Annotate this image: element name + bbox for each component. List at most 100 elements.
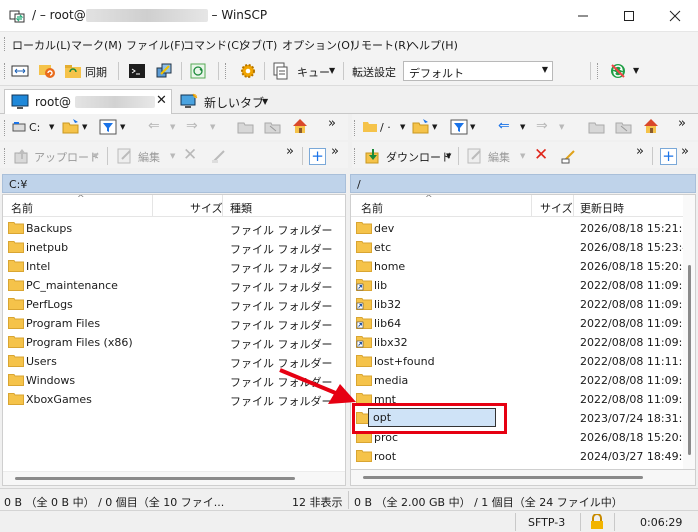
synchronize-icon[interactable]: [64, 62, 82, 80]
table-row[interactable]: media 2022/08/08 11:09:18: [351, 371, 695, 390]
new-item-plus-icon[interactable]: +: [660, 148, 677, 165]
table-row[interactable]: inetpub ファイル フォルダー: [3, 238, 345, 257]
rename-icon[interactable]: [210, 147, 228, 165]
home-icon[interactable]: [291, 117, 309, 135]
preferences-gear-icon[interactable]: [239, 62, 257, 80]
edit-label[interactable]: 編集: [488, 149, 510, 165]
menu-options[interactable]: オプション(O): [282, 37, 354, 53]
chevron-down-icon[interactable]: ▼: [262, 97, 268, 106]
right-horizontal-scrollbar[interactable]: [350, 470, 696, 486]
table-row[interactable]: home 2026/08/18 15:20:59: [351, 257, 695, 276]
maximize-button[interactable]: [606, 0, 652, 32]
chevron-down-icon[interactable]: ▼: [82, 123, 87, 131]
scroll-thumb[interactable]: [688, 265, 691, 455]
menu-local[interactable]: ローカル(L): [12, 37, 71, 53]
edit-icon[interactable]: [116, 147, 134, 165]
column-name[interactable]: 名前: [361, 200, 383, 216]
transfer-preset-select[interactable]: デフォルト ▼: [403, 61, 553, 81]
hidden-count[interactable]: 12 非表示: [292, 494, 343, 510]
rename-icon[interactable]: [560, 147, 578, 165]
menu-remote[interactable]: リモート(R): [350, 37, 410, 53]
table-row[interactable]: lib64 2022/08/08 11:09:18: [351, 314, 695, 333]
delete-icon[interactable]: ✕: [534, 145, 548, 165]
putty-icon[interactable]: [155, 62, 173, 80]
parent-directory-icon[interactable]: [237, 118, 255, 136]
new-item-plus-icon[interactable]: +: [309, 148, 326, 165]
menu-help[interactable]: ヘルプ(H): [408, 37, 458, 53]
terminal-icon[interactable]: [128, 62, 146, 80]
scroll-thumb[interactable]: [15, 477, 295, 480]
sync-refresh-icon[interactable]: [609, 62, 627, 80]
queue-dropdown-arrow[interactable]: ▼: [329, 66, 335, 75]
edit-icon[interactable]: [466, 147, 484, 165]
table-row[interactable]: lost+found 2022/08/08 11:11:10: [351, 352, 695, 371]
toolbar-overflow-chevron[interactable]: »: [286, 144, 294, 159]
menu-file[interactable]: ファイル(F): [126, 37, 185, 53]
table-row[interactable]: Program Files (x86) ファイル フォルダー: [3, 333, 345, 352]
home-icon[interactable]: [642, 117, 660, 135]
queue-label[interactable]: キュー: [297, 64, 330, 80]
menu-mark[interactable]: マーク(M): [71, 37, 122, 53]
remote-path-select[interactable]: / · ▼: [362, 119, 408, 138]
edit-label[interactable]: 編集: [138, 149, 160, 165]
tab-session[interactable]: root@ ✕: [4, 89, 172, 114]
toolbar-overflow-chevron[interactable]: »: [636, 144, 644, 159]
filter-icon[interactable]: [99, 118, 117, 136]
forward-arrow-icon[interactable]: ⇒: [536, 118, 548, 134]
chevron-down-icon[interactable]: ▼: [210, 123, 215, 131]
chevron-down-icon[interactable]: ▼: [170, 152, 175, 160]
chevron-down-icon[interactable]: ▼: [520, 152, 525, 160]
synchronize-label[interactable]: 同期: [85, 64, 107, 80]
toolbar-grip[interactable]: [4, 37, 7, 51]
column-separator[interactable]: [222, 195, 223, 217]
column-type[interactable]: 種類: [230, 200, 252, 216]
parent-directory-icon[interactable]: [588, 118, 606, 136]
minimize-button[interactable]: [560, 0, 606, 32]
toolbar-overflow-chevron[interactable]: »: [681, 144, 689, 159]
chevron-down-icon[interactable]: ▼: [120, 123, 125, 131]
table-row[interactable]: PerfLogs ファイル フォルダー: [3, 295, 345, 314]
toolbar-grip[interactable]: [4, 120, 7, 136]
toolbar-grip[interactable]: [4, 63, 7, 79]
column-separator[interactable]: [531, 195, 532, 217]
chevron-down-icon[interactable]: ▼: [170, 123, 175, 131]
close-button[interactable]: [652, 0, 698, 32]
column-separator[interactable]: [152, 195, 153, 217]
forward-arrow-icon[interactable]: ⇒: [186, 118, 198, 134]
open-folder-icon[interactable]: [62, 118, 80, 136]
upload-label[interactable]: アップロード: [34, 149, 100, 165]
toolbar-grip[interactable]: [4, 148, 7, 164]
table-row[interactable]: Intel ファイル フォルダー: [3, 257, 345, 276]
column-size[interactable]: サイズ: [540, 200, 573, 216]
column-name[interactable]: 名前: [11, 200, 33, 216]
table-row[interactable]: libx32 2022/08/08 11:09:18: [351, 333, 695, 352]
table-row[interactable]: PC_maintenance ファイル フォルダー: [3, 276, 345, 295]
back-arrow-icon[interactable]: ⇐: [148, 118, 160, 134]
menu-command[interactable]: コマンド(C): [183, 37, 243, 53]
chevron-down-icon[interactable]: ▼: [432, 123, 437, 131]
right-vertical-scrollbar[interactable]: [683, 195, 695, 469]
toolbar-overflow-chevron[interactable]: »: [331, 144, 339, 159]
back-arrow-icon[interactable]: ⇐: [498, 118, 510, 134]
table-row[interactable]: root 2024/03/27 18:49:39: [351, 447, 695, 466]
toolbar-grip[interactable]: [354, 148, 357, 164]
compare-directories-icon[interactable]: [11, 62, 29, 80]
download-icon[interactable]: [364, 147, 382, 165]
tab-new[interactable]: 新しいタブ ▼: [176, 89, 276, 114]
table-row[interactable]: lib 2022/08/08 11:09:18: [351, 276, 695, 295]
queue-icon[interactable]: [271, 62, 289, 80]
drive-select[interactable]: C: ▼: [12, 119, 58, 138]
toolbar-grip[interactable]: [597, 63, 600, 79]
toolbar-overflow-chevron[interactable]: »: [328, 116, 336, 131]
table-row[interactable]: Backups ファイル フォルダー: [3, 219, 345, 238]
chevron-down-icon[interactable]: ▼: [93, 152, 98, 160]
upload-icon[interactable]: [13, 147, 31, 165]
synchronize-browsing-icon[interactable]: [38, 62, 56, 80]
table-row[interactable]: dev 2026/08/18 15:21:59: [351, 219, 695, 238]
column-modified[interactable]: 更新日時: [580, 200, 624, 216]
left-file-list[interactable]: ^ 名前 サイズ 種類 Backups ファイル フォルダー inetpub ファイル…: [2, 194, 346, 486]
download-label[interactable]: ダウンロード: [386, 149, 452, 165]
scroll-thumb[interactable]: [363, 476, 643, 479]
delete-icon[interactable]: ✕: [183, 145, 197, 165]
menu-tab[interactable]: タブ(T): [240, 37, 277, 53]
